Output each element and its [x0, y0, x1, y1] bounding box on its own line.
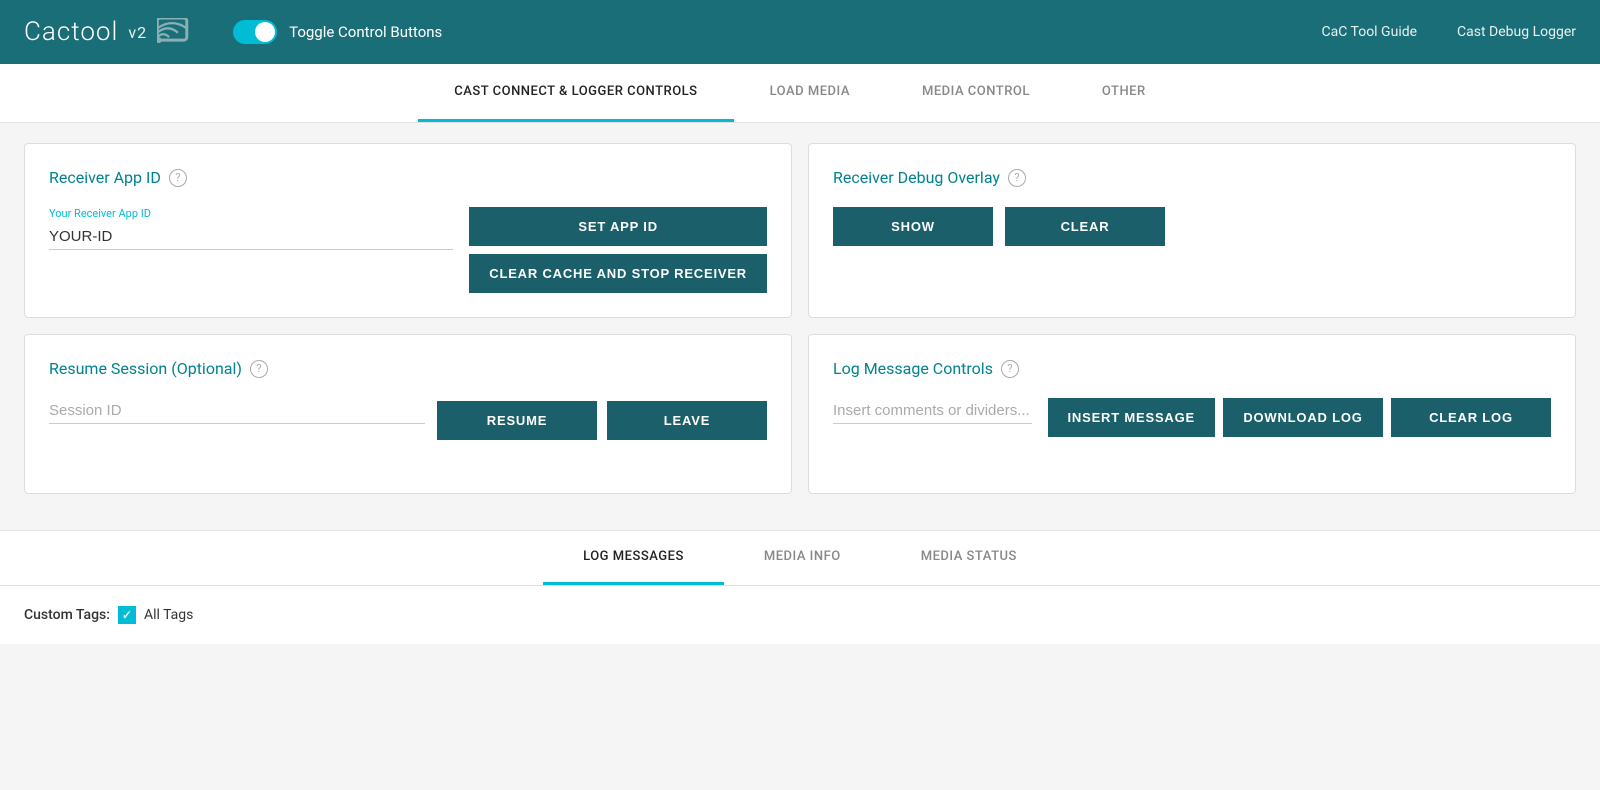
log-message-controls-card: Log Message Controls ? INSERT MESSAGE DO… [808, 334, 1576, 494]
custom-tags-label: Custom Tags: [24, 607, 110, 623]
cast-logo-icon [157, 18, 193, 46]
tab-log-messages[interactable]: LOG MESSAGES [543, 531, 724, 585]
receiver-debug-overlay-card: Receiver Debug Overlay ? SHOW CLEAR [808, 143, 1576, 318]
receiver-app-layout: Your Receiver App ID SET APP ID CLEAR CA… [49, 207, 767, 293]
log-buttons: INSERT MESSAGE DOWNLOAD LOG CLEAR LOG [1048, 398, 1552, 437]
logo-version: v2 [128, 23, 147, 42]
toggle-control-buttons[interactable]: Toggle Control Buttons [233, 20, 442, 44]
session-id-input[interactable] [49, 398, 425, 424]
tab-media-status[interactable]: MEDIA STATUS [881, 531, 1057, 585]
receiver-app-id-card: Receiver App ID ? Your Receiver App ID S… [24, 143, 792, 318]
receiver-app-input-label: Your Receiver App ID [49, 207, 453, 220]
app-logo: Cactool v2 [24, 17, 193, 47]
session-buttons: RESUME LEAVE [437, 401, 767, 440]
session-layout: RESUME LEAVE [49, 398, 767, 440]
leave-button[interactable]: LEAVE [607, 401, 767, 440]
set-app-id-button[interactable]: SET APP ID [469, 207, 767, 246]
log-input-area [833, 398, 1032, 440]
insert-message-button[interactable]: INSERT MESSAGE [1048, 398, 1216, 437]
bottom-section: LOG MESSAGES MEDIA INFO MEDIA STATUS Cus… [0, 530, 1600, 644]
log-message-help-icon[interactable]: ? [1001, 360, 1019, 378]
all-tags-checkbox[interactable] [118, 606, 136, 624]
debug-overlay-buttons: SHOW CLEAR [833, 207, 1551, 246]
log-message-title: Log Message Controls ? [833, 359, 1551, 378]
clear-log-button[interactable]: CLEAR LOG [1391, 398, 1551, 437]
receiver-app-help-icon[interactable]: ? [169, 169, 187, 187]
receiver-app-id-input[interactable] [49, 224, 453, 250]
tab-other[interactable]: OTHER [1066, 64, 1182, 122]
nav-cast-debug-logger[interactable]: Cast Debug Logger [1457, 24, 1576, 40]
cards-grid: Receiver App ID ? Your Receiver App ID S… [24, 143, 1576, 494]
download-log-button[interactable]: DOWNLOAD LOG [1223, 398, 1383, 437]
all-tags-label: All Tags [144, 607, 193, 623]
receiver-app-buttons: SET APP ID CLEAR CACHE AND STOP RECEIVER [469, 207, 767, 293]
receiver-app-input-area: Your Receiver App ID [49, 207, 453, 266]
tab-media-control[interactable]: MEDIA CONTROL [886, 64, 1066, 122]
resume-session-title: Resume Session (Optional) ? [49, 359, 767, 378]
resume-session-card: Resume Session (Optional) ? RESUME LEAVE [24, 334, 792, 494]
clear-cache-stop-receiver-button[interactable]: CLEAR CACHE AND STOP RECEIVER [469, 254, 767, 293]
logo-text: Cactool [24, 17, 118, 47]
receiver-app-id-title: Receiver App ID ? [49, 168, 767, 187]
show-debug-overlay-button[interactable]: SHOW [833, 207, 993, 246]
custom-tags-row: Custom Tags: All Tags [24, 606, 1576, 624]
tab-media-info[interactable]: MEDIA INFO [724, 531, 881, 585]
receiver-debug-help-icon[interactable]: ? [1008, 169, 1026, 187]
clear-debug-overlay-button[interactable]: CLEAR [1005, 207, 1165, 246]
tab-load-media[interactable]: LOAD MEDIA [734, 64, 886, 122]
toggle-label: Toggle Control Buttons [289, 23, 442, 41]
header-nav: CaC Tool Guide Cast Debug Logger [1322, 24, 1577, 40]
toggle-switch[interactable] [233, 20, 277, 44]
resume-button[interactable]: RESUME [437, 401, 597, 440]
session-input-area [49, 398, 425, 440]
bottom-content: Custom Tags: All Tags [0, 586, 1600, 644]
bottom-tab-bar: LOG MESSAGES MEDIA INFO MEDIA STATUS [0, 531, 1600, 586]
log-message-input[interactable] [833, 398, 1032, 424]
resume-session-help-icon[interactable]: ? [250, 360, 268, 378]
log-controls-layout: INSERT MESSAGE DOWNLOAD LOG CLEAR LOG [833, 398, 1551, 440]
tab-cast-connect[interactable]: CAST CONNECT & LOGGER CONTROLS [418, 64, 733, 122]
app-header: Cactool v2 Toggle Control Buttons CaC To… [0, 0, 1600, 64]
main-content: Receiver App ID ? Your Receiver App ID S… [0, 123, 1600, 530]
main-tab-bar: CAST CONNECT & LOGGER CONTROLS LOAD MEDI… [0, 64, 1600, 123]
receiver-debug-title: Receiver Debug Overlay ? [833, 168, 1551, 187]
nav-cac-tool-guide[interactable]: CaC Tool Guide [1322, 24, 1418, 40]
